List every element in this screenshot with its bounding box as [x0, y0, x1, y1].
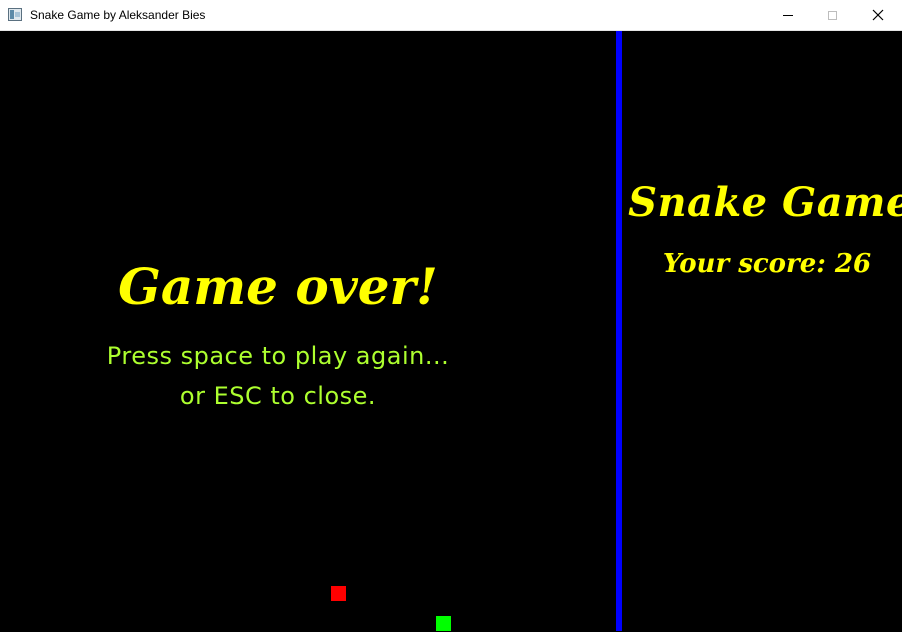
title-bar[interactable]: Snake Game by Aleksander Bies [0, 0, 902, 31]
play-area: Game over! Press space to play again... … [1, 31, 616, 631]
close-prompt: or ESC to close. [179, 382, 377, 410]
side-panel-title: Snake Game [628, 179, 902, 226]
window-title: Snake Game by Aleksander Bies [30, 8, 206, 22]
game-window: Snake Game by Aleksander Bies Game over!… [0, 0, 902, 632]
maximize-button[interactable] [809, 0, 855, 30]
snake-segment [436, 616, 451, 631]
minimize-icon [783, 14, 793, 16]
side-panel: Snake Game Your score: 26 [622, 31, 902, 631]
close-button[interactable] [855, 0, 901, 30]
app-window-icon [8, 8, 22, 21]
score-display: Your score: 26 [662, 249, 872, 279]
game-over-title: Game over! [118, 257, 438, 316]
food-pellet [331, 586, 346, 601]
close-icon [872, 9, 884, 21]
play-again-prompt: Press space to play again... [106, 342, 450, 370]
minimize-button[interactable] [765, 0, 811, 30]
maximize-icon [827, 10, 837, 20]
